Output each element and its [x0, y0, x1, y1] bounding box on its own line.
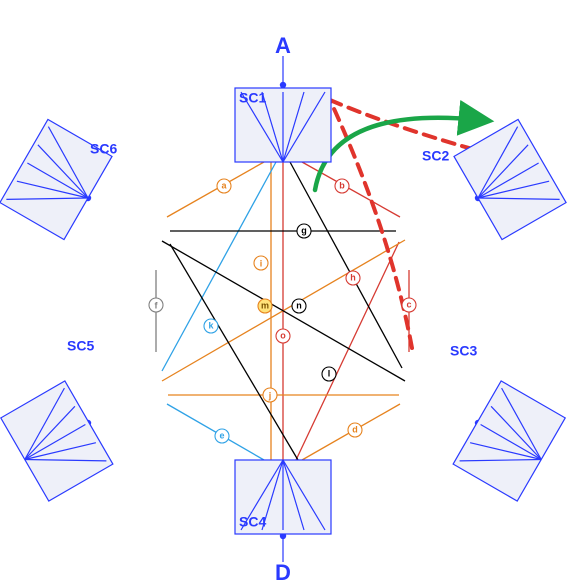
- hexagonal-camera-diagram: A B C D E F: [0, 0, 587, 587]
- edge-g-label: g: [301, 225, 307, 235]
- node-SC1: SC1: [235, 88, 331, 162]
- node-SC6: [0, 119, 112, 239]
- edge-j-label: j: [268, 390, 272, 400]
- edge-m-label: m: [261, 300, 269, 310]
- node-SC5-label: SC5: [67, 337, 94, 353]
- node-SC2: [454, 119, 566, 239]
- node-SC3-label: SC3: [450, 342, 477, 358]
- node-SC5: [1, 381, 113, 501]
- edge-l-label: l: [328, 368, 331, 378]
- edge-n-label: n: [296, 300, 302, 310]
- vertex-A: A: [275, 33, 291, 88]
- edge-h-label: h: [350, 272, 356, 282]
- edge-b-label: b: [339, 180, 345, 190]
- vertex-A-label: A: [275, 33, 291, 58]
- edge-d-label: d: [352, 424, 358, 434]
- node-SC4: SC4: [235, 460, 331, 534]
- node-SC3: [453, 381, 565, 501]
- vertex-D: D: [275, 533, 291, 585]
- node-SC2-label: SC2: [422, 147, 449, 163]
- node-SC6-label: SC6: [90, 140, 117, 156]
- vertex-D-label: D: [275, 560, 291, 585]
- edge-i-label: i: [260, 258, 263, 268]
- inner-connections: [156, 162, 409, 460]
- node-SC4-label: SC4: [239, 513, 266, 529]
- edge-c-label: c: [406, 299, 411, 309]
- node-SC1-label: SC1: [239, 89, 266, 105]
- edge-o-label: o: [280, 330, 286, 340]
- edge-e-label: e: [219, 430, 224, 440]
